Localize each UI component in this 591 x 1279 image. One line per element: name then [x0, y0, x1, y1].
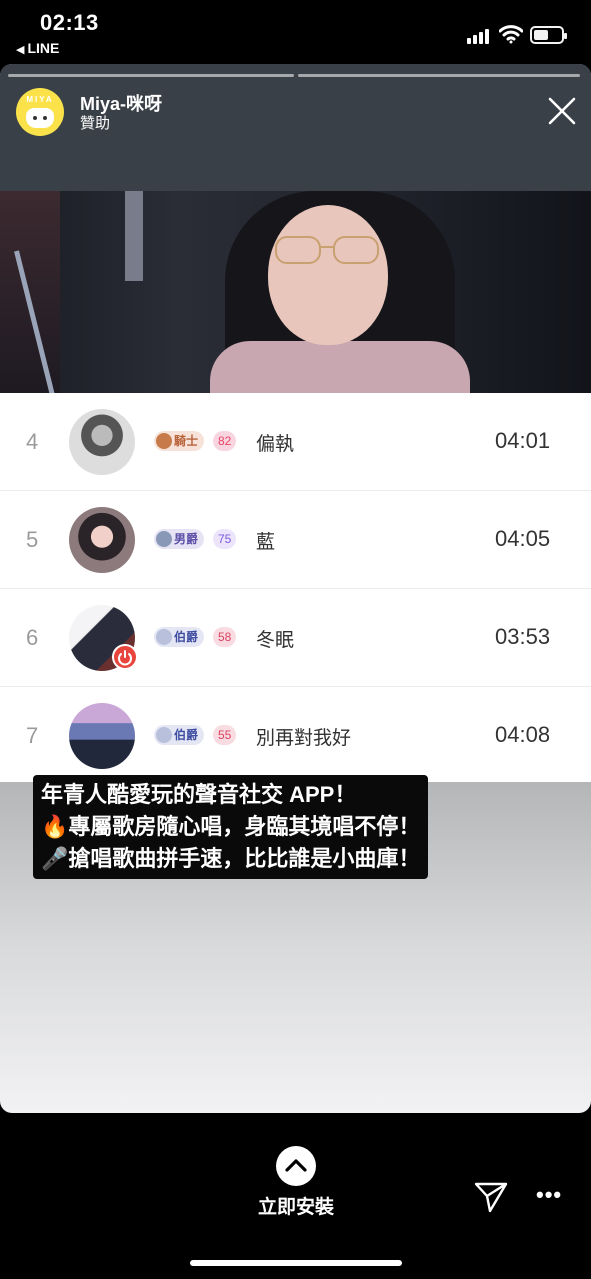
signal-icon: [467, 28, 493, 44]
song-duration: 04:05: [495, 526, 551, 551]
song-row[interactable]: 5 男爵 75 藍 04:05: [0, 491, 591, 589]
story-card[interactable]: MIYA Miya-咪呀 贊助 4 騎士 82 偏執 04:01 5 男爵 75…: [0, 64, 591, 1113]
story-header: MIYA Miya-咪呀 贊助: [0, 64, 591, 191]
song-title: 別再對我好: [256, 728, 352, 749]
sponsored-label: 贊助: [80, 115, 111, 132]
song-duration: 04:01: [495, 428, 551, 453]
song-rank: 4: [26, 429, 39, 454]
promo-caption: 年青人酷愛玩的聲音社交 APP！ 🔥專屬歌房隨心唱，身臨其境唱不停！ 🎤搶唱歌曲…: [33, 775, 429, 879]
promo-line-3: 🎤搶唱歌曲拼手速，比比誰是小曲庫！: [41, 846, 421, 871]
song-rank: 7: [26, 723, 39, 748]
more-icon[interactable]: •••: [536, 1182, 562, 1208]
chevron-up-icon: [285, 1159, 307, 1172]
level-badge: 58: [213, 627, 237, 647]
story-progress-bar: [8, 74, 294, 77]
battery-icon: [530, 26, 567, 44]
rank-badge: 伯爵: [154, 725, 205, 745]
knight-badge-icon: [156, 433, 172, 449]
singing-record-icon: [112, 644, 138, 670]
install-label[interactable]: 立即安裝: [236, 1192, 356, 1219]
back-app-label: LINE: [27, 40, 60, 56]
close-icon[interactable]: [548, 97, 576, 125]
rank-badge: 騎士: [154, 431, 205, 451]
song-row[interactable]: 6 伯爵 58 冬眠 03:53: [0, 589, 591, 687]
promo-line-2: 🔥專屬歌房隨心唱，身臨其境唱不停！: [41, 814, 421, 839]
status-time: 02:13: [40, 10, 99, 35]
rank-badge: 伯爵: [154, 627, 205, 647]
song-title: 冬眠: [256, 630, 295, 651]
status-bar: 02:13 ◀ LINE: [0, 0, 591, 64]
promo-line-1: 年青人酷愛玩的聲音社交 APP！: [41, 782, 357, 807]
ad-video[interactable]: [0, 191, 591, 393]
rank-badge: 男爵: [154, 529, 205, 549]
singer-face: [268, 205, 388, 345]
story-progress-bar: [298, 74, 580, 77]
glasses-shape: [275, 236, 379, 264]
song-rank: 5: [26, 527, 39, 552]
back-to-app-link[interactable]: ◀ LINE: [16, 40, 59, 56]
earl-badge-icon: [156, 629, 172, 645]
back-triangle-icon: ◀: [16, 44, 25, 56]
install-button[interactable]: [276, 1146, 316, 1186]
song-title: 偏執: [256, 434, 295, 455]
song-rank-list: 4 騎士 82 偏執 04:01 5 男爵 75 藍 04:05 6 伯爵 58…: [0, 393, 591, 782]
level-badge: 75: [213, 529, 237, 549]
account-avatar[interactable]: MIYA: [16, 88, 64, 136]
singer-avatar[interactable]: [69, 409, 135, 475]
song-row[interactable]: 4 騎士 82 偏執 04:01: [0, 393, 591, 491]
avatar-brand-text: MIYA: [26, 95, 54, 104]
send-icon[interactable]: [474, 1180, 508, 1214]
earl-badge-icon: [156, 727, 172, 743]
home-indicator[interactable]: [190, 1260, 402, 1266]
song-title: 藍: [256, 532, 276, 553]
song-rank: 6: [26, 625, 39, 650]
cat-logo-icon: [26, 108, 54, 128]
wifi-icon: [499, 25, 523, 44]
singer-avatar[interactable]: [69, 507, 135, 573]
song-duration: 04:08: [495, 722, 551, 747]
level-badge: 82: [213, 431, 237, 451]
baron-badge-icon: [156, 531, 172, 547]
singer-avatar[interactable]: [69, 703, 135, 769]
level-badge: 55: [213, 725, 237, 745]
song-row[interactable]: 7 伯爵 55 別再對我好 04:08: [0, 687, 591, 785]
song-duration: 03:53: [495, 624, 551, 649]
